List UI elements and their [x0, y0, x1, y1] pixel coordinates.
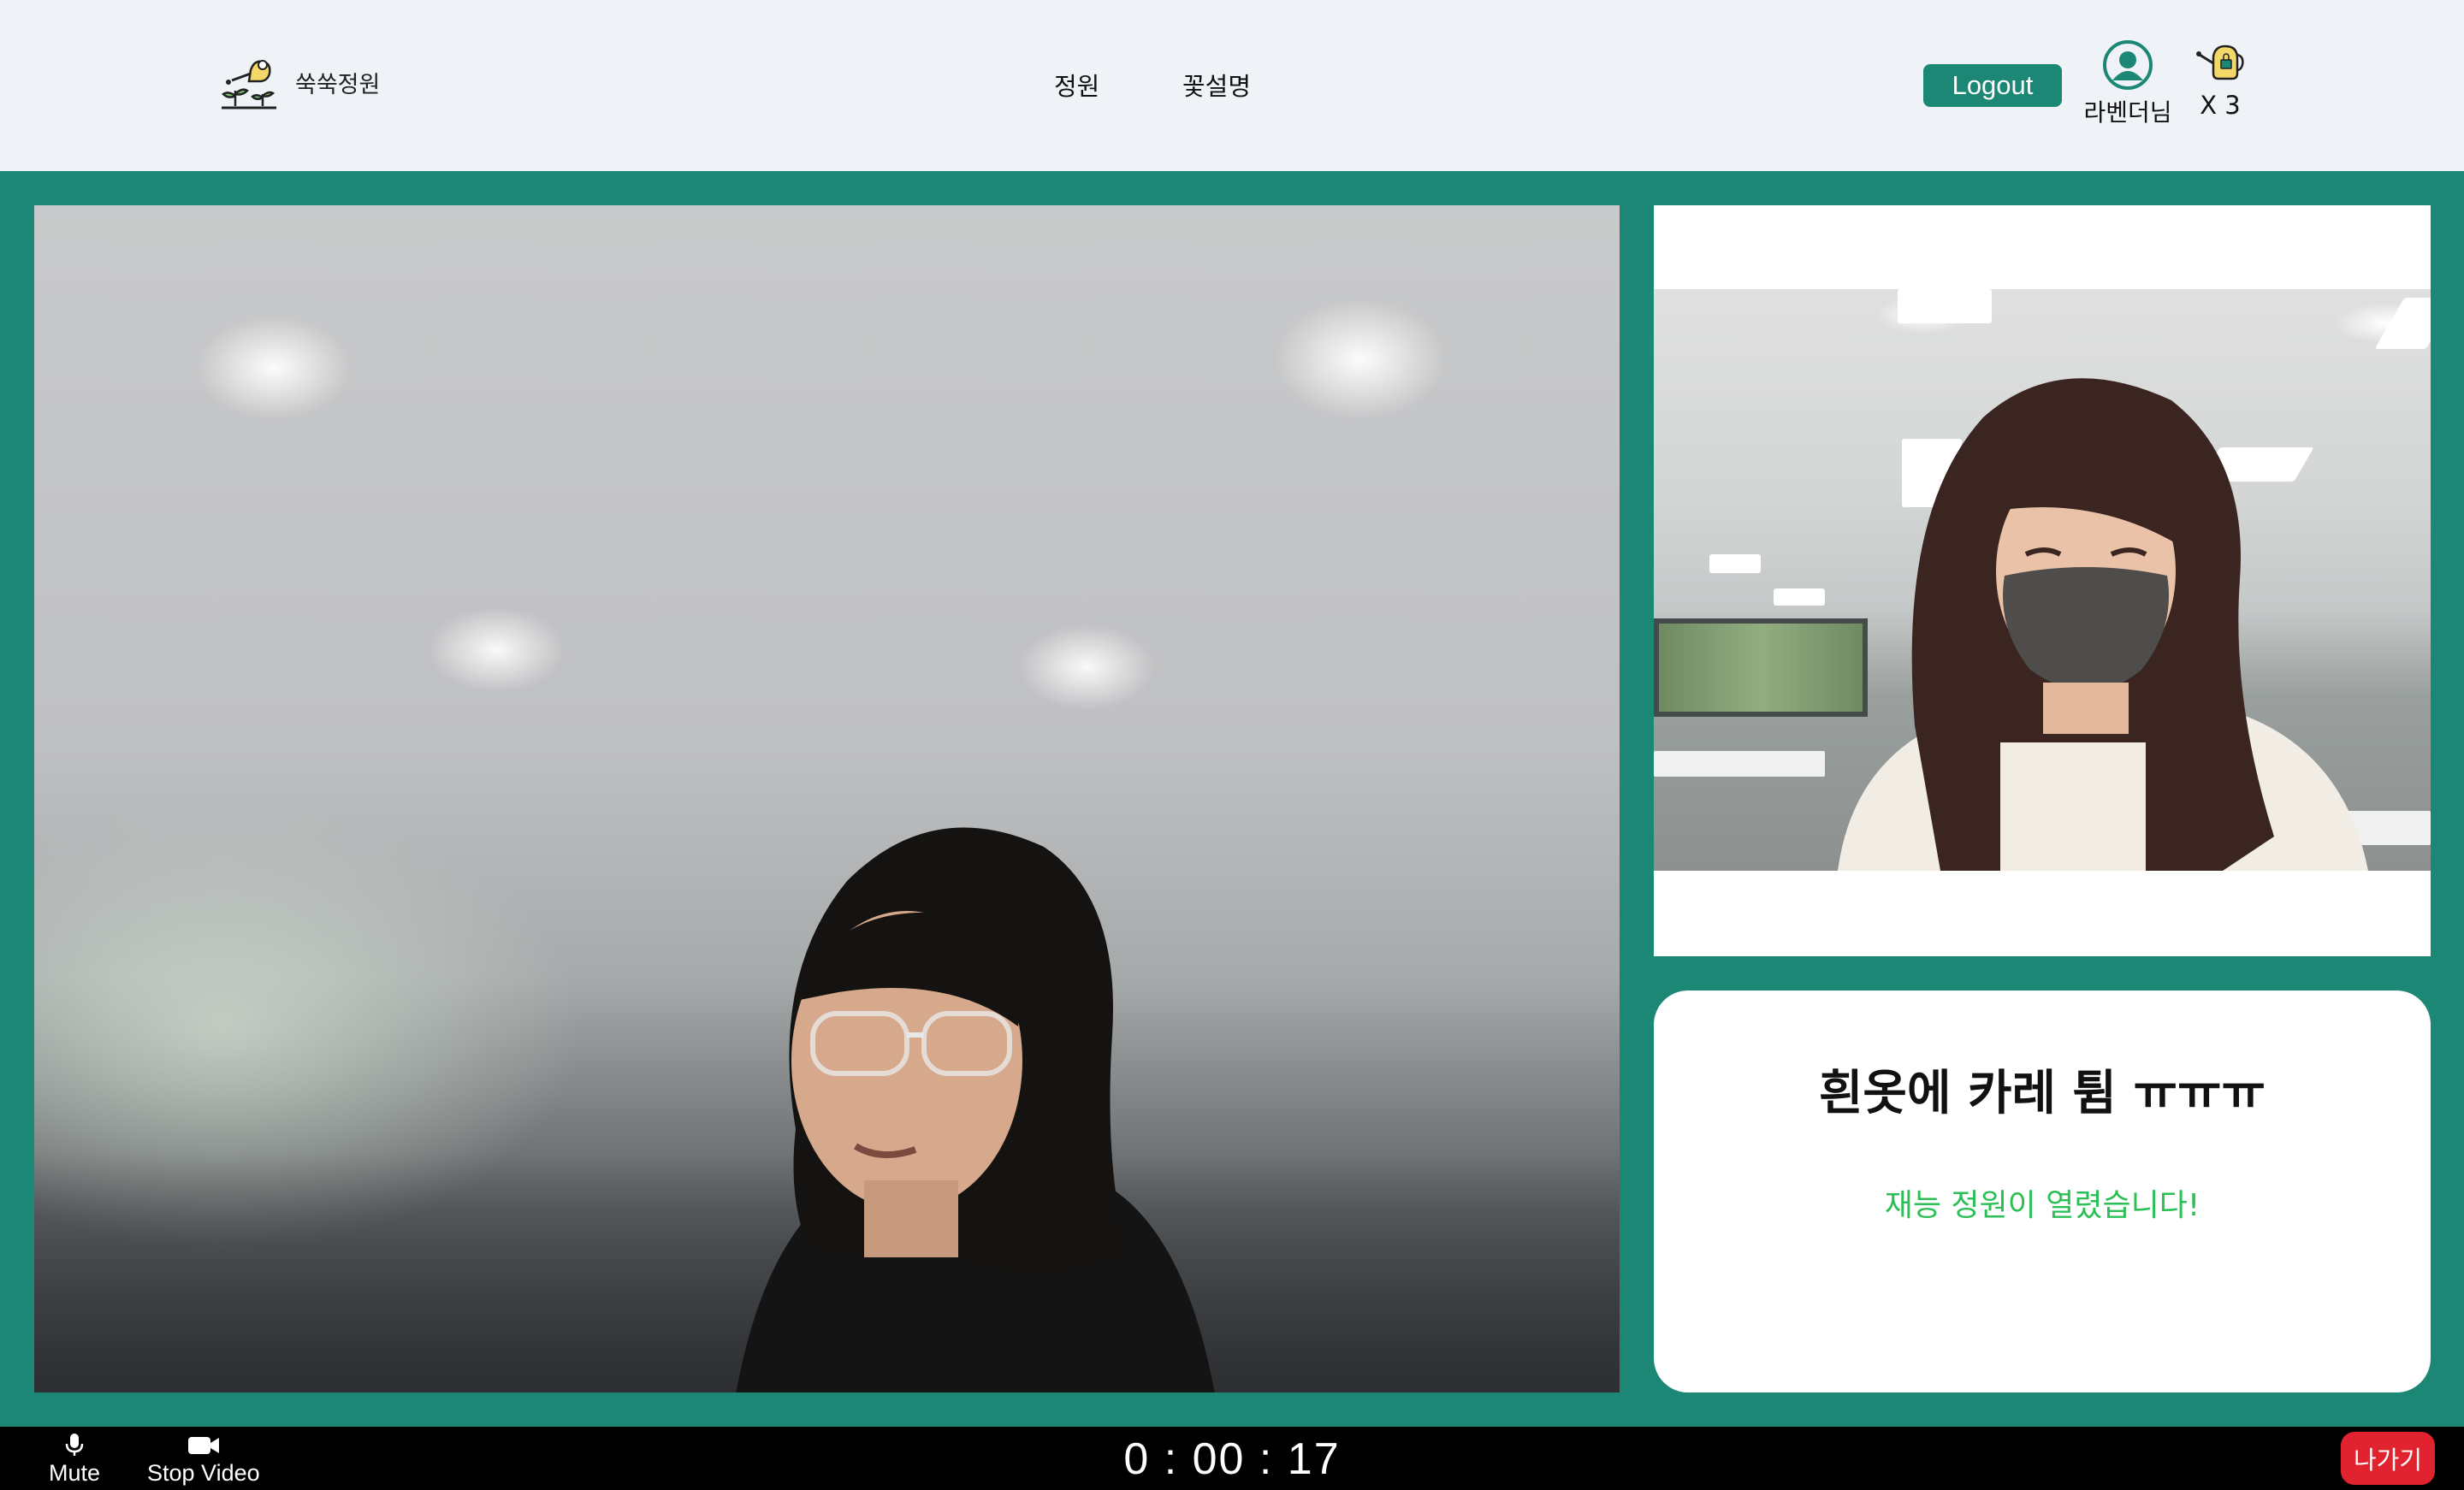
nav-item-flower-info[interactable]: 꽃설명 — [1182, 67, 1251, 103]
watering-can-icon — [2196, 44, 2244, 80]
user-profile[interactable]: 라벤더님 — [2079, 39, 2177, 128]
meeting-timer: 0 : 00 : 17 — [1123, 1434, 1341, 1484]
watering-can-count: X 3 — [2200, 91, 2241, 120]
user-circle-icon — [2103, 40, 2153, 90]
user-name: 라벤더님 — [2083, 98, 2172, 127]
watering-can-sprout-icon — [222, 60, 276, 109]
top-header: 쑥쑥정원 정원 꽃설명 Logout 라벤더님 X 3 — [0, 0, 2464, 171]
room-desk — [1654, 751, 1825, 777]
meeting-control-bar: Mute Stop Video 0 : 00 : 17 나가기 — [0, 1427, 2464, 1490]
garden-status-message: 재능 정원이 열렸습니다! — [1884, 1188, 2200, 1223]
ceiling-light — [2374, 298, 2431, 349]
main-video-feed[interactable] — [34, 205, 1620, 1392]
ceiling-light — [1898, 289, 1992, 323]
leave-button[interactable]: 나가기 — [2341, 1432, 2435, 1485]
logout-button[interactable]: Logout — [1923, 64, 2062, 107]
side-participant-image — [1838, 378, 2368, 871]
side-video-feed — [1654, 289, 2431, 871]
main-participant-image — [736, 827, 1215, 1392]
side-video-panel[interactable] — [1654, 205, 2431, 956]
watering-can-counter: X 3 — [2190, 43, 2250, 120]
ceiling-light — [1709, 554, 1761, 573]
brand-logo[interactable]: 쑥쑥정원 — [218, 53, 380, 111]
garden-title: 흰옷에 카레 튐 ㅠㅠㅠ — [1818, 1066, 2266, 1121]
brand-name: 쑥쑥정원 — [295, 71, 381, 98]
garden-info-card: 흰옷에 카레 튐 ㅠㅠㅠ 재능 정원이 열렸습니다! — [1654, 990, 2431, 1392]
nav-item-garden[interactable]: 정원 — [1054, 67, 1099, 103]
